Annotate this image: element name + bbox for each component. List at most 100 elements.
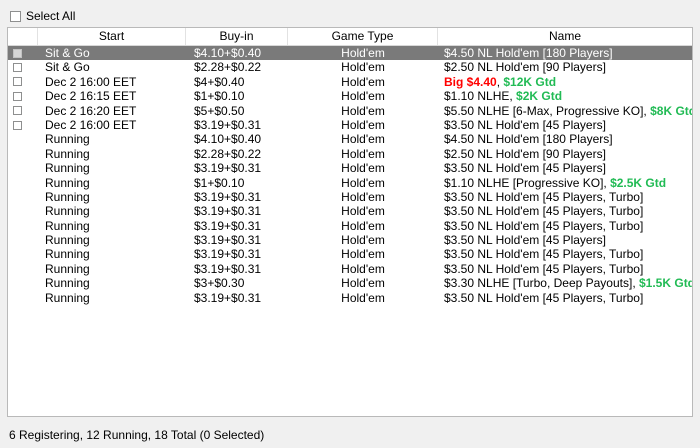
name-cell: $1.10 NLHE, $2K Gtd (438, 89, 692, 103)
start-cell: Running (45, 290, 90, 305)
buyin-cell: $3.19+$0.31 (194, 233, 262, 248)
row-select-cell (8, 233, 38, 247)
select-all-control[interactable]: Select All (10, 8, 75, 24)
table-row[interactable]: Running $3.19+$0.31 Hold'em $3.50 NL Hold'e… (8, 291, 692, 305)
name-highlight: $2K Gtd (516, 89, 563, 104)
start-cell: Sit & Go (45, 60, 90, 75)
row-checkbox[interactable] (13, 120, 22, 130)
table-row[interactable]: Running $3.19+$0.31 Hold'em $3.50 NL Hold'e… (8, 262, 692, 276)
table-row[interactable]: Running $3.19+$0.31 Hold'em $3.50 NL Hold'e… (8, 204, 692, 218)
row-select-cell (8, 132, 38, 146)
buyin-cell: $2.28+$0.22 (194, 146, 262, 161)
name-cell: $1.10 NLHE [Progressive KO], $2.5K Gtd (438, 176, 692, 190)
name-cell: $4.50 NL Hold'em [180 Players] (438, 46, 692, 60)
game-type-cell: Hold'em (341, 247, 385, 262)
row-select-cell (8, 60, 38, 74)
table-row[interactable]: Sit & Go $2.28+$0.22 Hold'em $2.50 NL Hold'… (8, 60, 692, 74)
game-type-cell: Hold'em (341, 74, 385, 89)
game-type-cell: Hold'em (341, 218, 385, 233)
buyin-cell: $3+$0.30 (194, 276, 245, 291)
name-text: $2.50 NL Hold'em [90 Players] (444, 146, 606, 161)
table-row[interactable]: Running $3.19+$0.31 Hold'em $3.50 NL Hold'e… (8, 161, 692, 175)
buyin-cell: $3.19+$0.31 (194, 117, 262, 132)
buyin-cell: $4+$0.40 (194, 74, 245, 89)
name-highlight: $12K Gtd (503, 74, 557, 89)
name-cell: $2.50 NL Hold'em [90 Players] (438, 147, 692, 161)
start-cell: Running (45, 161, 90, 176)
table-row[interactable]: Running $2.28+$0.22 Hold'em $2.50 NL Hold'e… (8, 147, 692, 161)
name-highlight: Big $4.40 (444, 74, 497, 89)
start-cell: Running (45, 218, 90, 233)
row-select-cell (8, 204, 38, 218)
game-type-cell: Hold'em (341, 175, 385, 190)
game-type-cell: Hold'em (341, 146, 385, 161)
game-type-cell: Hold'em (341, 89, 385, 104)
row-select-cell (8, 161, 38, 175)
name-cell: $3.50 NL Hold'em [45 Players, Turbo] (438, 219, 692, 233)
name-text: $3.50 NL Hold'em [45 Players] (444, 161, 606, 176)
table-row[interactable]: Running $3+$0.30 Hold'em $3.30 NLHE [Turbo,… (8, 276, 692, 290)
table-row[interactable]: Dec 2 16:00 EET $4+$0.40 Hold'em Big $4.40,… (8, 75, 692, 89)
start-cell: Dec 2 16:00 EET (45, 117, 137, 132)
table-row[interactable]: Running $4.10+$0.40 Hold'em $4.50 NL Hold'e… (8, 132, 692, 146)
row-select-cell (8, 291, 38, 305)
grid-body: Sit & Go $4.10+$0.40 Hold'em $4.50 NL Hold'… (8, 46, 692, 305)
name-text: $3.50 NL Hold'em [45 Players, Turbo] (444, 247, 644, 262)
table-row[interactable]: Running $3.19+$0.31 Hold'em $3.50 NL Hold'e… (8, 219, 692, 233)
name-cell: $3.50 NL Hold'em [45 Players, Turbo] (438, 262, 692, 276)
row-select-cell (8, 190, 38, 204)
name-text: $3.50 NL Hold'em [45 Players] (444, 233, 606, 248)
buyin-cell: $5+$0.50 (194, 103, 245, 118)
name-cell: $3.50 NL Hold'em [45 Players, Turbo] (438, 190, 692, 204)
name-text: $3.50 NL Hold'em [45 Players, Turbo] (444, 204, 644, 219)
select-all-checkbox[interactable] (10, 10, 21, 22)
name-cell: $5.50 NLHE [6-Max, Progressive KO], $8K … (438, 104, 692, 118)
column-header-name[interactable]: Name (438, 28, 692, 45)
row-select-cell (8, 75, 38, 89)
column-header-buyin[interactable]: Buy-in (186, 28, 288, 45)
name-cell: $3.50 NL Hold'em [45 Players] (438, 161, 692, 175)
table-row[interactable]: Running $3.19+$0.31 Hold'em $3.50 NL Hold'e… (8, 190, 692, 204)
buyin-cell: $4.10+$0.40 (194, 46, 262, 60)
table-row[interactable]: Running $3.19+$0.31 Hold'em $3.50 NL Hold'e… (8, 233, 692, 247)
select-all-label: Select All (26, 9, 76, 23)
name-cell: $3.50 NL Hold'em [45 Players] (438, 118, 692, 132)
name-cell: Big $4.40, $12K Gtd (438, 75, 692, 89)
game-type-cell: Hold'em (341, 46, 385, 60)
name-text: $3.30 NLHE [Turbo, Deep Payouts], (444, 276, 639, 291)
game-type-cell: Hold'em (341, 161, 385, 176)
name-text: $3.50 NL Hold'em [45 Players, Turbo] (444, 189, 644, 204)
row-checkbox[interactable] (13, 77, 22, 87)
row-checkbox[interactable] (13, 106, 22, 116)
table-row[interactable]: Sit & Go $4.10+$0.40 Hold'em $4.50 NL Hold'… (8, 46, 692, 61)
start-cell: Running (45, 175, 90, 190)
row-checkbox[interactable] (13, 91, 22, 101)
row-select-cell (8, 276, 38, 290)
row-select-cell (8, 262, 38, 276)
table-row[interactable]: Dec 2 16:15 EET $1+$0.10 Hold'em $1.10 NLHE… (8, 89, 692, 103)
start-cell: Dec 2 16:00 EET (45, 74, 137, 89)
table-row[interactable]: Running $1+$0.10 Hold'em $1.10 NLHE [Progre… (8, 176, 692, 190)
name-cell: $3.50 NL Hold'em [45 Players, Turbo] (438, 291, 692, 305)
row-checkbox[interactable] (13, 63, 22, 73)
start-cell: Running (45, 247, 90, 262)
name-text: $1.10 NLHE, (444, 89, 517, 104)
name-text: $1.10 NLHE [Progressive KO], (444, 175, 611, 190)
name-cell: $3.50 NL Hold'em [45 Players, Turbo] (438, 204, 692, 218)
column-header-select[interactable] (8, 28, 38, 45)
buyin-cell: $3.19+$0.31 (194, 290, 262, 305)
row-select-cell (8, 176, 38, 190)
name-cell: $4.50 NL Hold'em [180 Players] (438, 132, 692, 146)
row-select-cell (8, 147, 38, 161)
table-row[interactable]: Running $3.19+$0.31 Hold'em $3.50 NL Hold'e… (8, 247, 692, 261)
start-cell: Running (45, 276, 90, 291)
row-checkbox[interactable] (13, 48, 22, 58)
table-row[interactable]: Dec 2 16:00 EET $3.19+$0.31 Hold'em $3.50 N… (8, 118, 692, 132)
column-header-start[interactable]: Start (38, 28, 186, 45)
start-cell: Running (45, 261, 90, 276)
table-row[interactable]: Dec 2 16:20 EET $5+$0.50 Hold'em $5.50 NLHE… (8, 104, 692, 118)
buyin-cell: $1+$0.10 (194, 89, 245, 104)
game-type-cell: Hold'em (341, 276, 385, 291)
column-header-game-type[interactable]: Game Type (288, 28, 438, 45)
row-select-cell (8, 118, 38, 132)
